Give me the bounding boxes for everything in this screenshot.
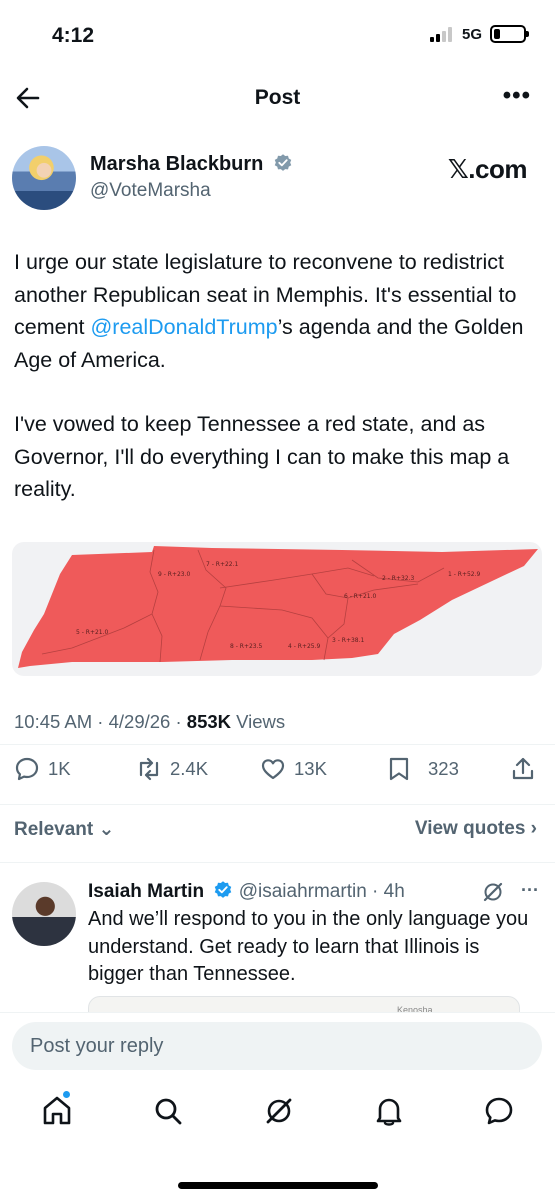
signal-icon	[430, 26, 452, 42]
home-indicator	[178, 1182, 378, 1189]
search-icon	[155, 1098, 182, 1125]
chevron-right-icon: ›	[530, 818, 537, 839]
sort-relevant-dropdown[interactable]: Relevant ⌄	[14, 818, 114, 841]
map-label: 1 - R+52.9	[448, 571, 481, 578]
tab-notifications[interactable]	[372, 1094, 406, 1128]
verified-badge-icon	[274, 154, 292, 171]
reply-author-name[interactable]: Isaiah Martin	[88, 881, 204, 902]
map-label: 4 - R+25.9	[288, 643, 321, 650]
post-header: Post •••	[0, 70, 555, 126]
view-quotes-label: View quotes	[414, 818, 526, 839]
author-avatar[interactable]	[12, 146, 76, 210]
divider	[0, 862, 555, 863]
timestamp-text: 10:45 AM · 4/29/26 ·	[14, 711, 187, 732]
author-handle[interactable]: @VoteMarsha	[90, 180, 211, 202]
author-name-row[interactable]: Marsha Blackburn	[90, 153, 293, 176]
tab-search[interactable]	[151, 1094, 185, 1128]
map-label: 7 - R+22.1	[206, 561, 239, 568]
status-time: 4:12	[52, 24, 95, 47]
heart-icon	[261, 759, 285, 780]
divider	[0, 744, 555, 745]
views-label: Views	[231, 711, 286, 732]
post-action-bar: 1K 2.4K 13K 323	[0, 756, 555, 790]
share-button[interactable]	[510, 756, 536, 782]
map-label: 3 - R+38.1	[332, 637, 365, 644]
post-paragraph-2: I've vowed to keep Tennessee a red state…	[14, 412, 510, 501]
tab-home[interactable]	[40, 1090, 74, 1128]
reply-icon	[15, 757, 39, 781]
status-bar: 4:12 5G	[0, 0, 555, 70]
verified-badge-icon	[215, 881, 232, 898]
map-label: 8 - R+23.5	[230, 643, 263, 650]
post-paragraph-1: I urge our state legislature to reconven…	[14, 246, 544, 376]
bookmark-icon	[389, 757, 409, 781]
views-count: 853K	[186, 711, 232, 732]
bookmark-count: 323	[428, 758, 459, 779]
reply-author-handle[interactable]: @isaiahrmartin	[239, 881, 367, 902]
divider	[0, 1012, 555, 1013]
reply-button[interactable]: 1K	[14, 756, 71, 782]
reply-count: 1K	[48, 758, 71, 779]
page-title: Post	[254, 86, 301, 109]
bookmark-button[interactable]: 323	[386, 756, 459, 782]
chevron-down-icon: ⌄	[98, 819, 115, 840]
repost-button[interactable]: 2.4K	[136, 756, 208, 782]
post-text: I urge our state legislature to reconven…	[14, 246, 544, 506]
reply-input[interactable]	[12, 1022, 542, 1070]
author-name[interactable]: Marsha Blackburn	[90, 153, 263, 175]
more-options-icon[interactable]: •••	[503, 84, 531, 108]
like-count: 13K	[294, 758, 327, 779]
home-notification-dot	[62, 1090, 71, 1099]
divider	[0, 804, 555, 805]
reply-header: Isaiah Martin @isaiahrmartin · 4h	[88, 880, 405, 903]
grok-icon[interactable]	[481, 880, 505, 904]
home-icon	[43, 1096, 71, 1125]
message-icon	[485, 1097, 513, 1125]
map-label: 9 - R+23.0	[158, 571, 191, 578]
source-badge: 𝕏.com	[447, 154, 528, 184]
repost-count: 2.4K	[170, 758, 209, 779]
share-icon	[512, 757, 534, 780]
view-quotes-link[interactable]: View quotes ›	[415, 818, 537, 840]
bell-icon	[376, 1098, 402, 1126]
reply-time: · 4h	[366, 881, 405, 902]
mention-link[interactable]: @realDonaldTrump	[90, 315, 277, 339]
grok-icon	[266, 1098, 292, 1124]
post-timestamp[interactable]: 10:45 AM · 4/29/26 · 853K Views	[14, 711, 285, 733]
map-label: 2 - R+32.3	[382, 575, 415, 582]
sort-relevant-label: Relevant	[14, 819, 94, 840]
repost-icon	[139, 757, 159, 781]
like-button[interactable]: 13K	[260, 756, 327, 782]
map-label: 6 - R+21.0	[344, 593, 377, 600]
reply-author-avatar[interactable]	[12, 882, 76, 946]
tab-messages[interactable]	[482, 1094, 516, 1128]
reply-more-options-icon[interactable]: ···	[521, 880, 539, 901]
tab-grok[interactable]	[262, 1094, 296, 1128]
network-label: 5G	[462, 26, 483, 43]
post-image-map[interactable]: 9 - R+23.0 7 - R+22.1 2 - R+32.3 1 - R+5…	[12, 542, 542, 676]
bottom-tab-bar	[0, 1090, 555, 1144]
tennessee-map: 9 - R+23.0 7 - R+22.1 2 - R+32.3 1 - R+5…	[18, 546, 538, 668]
map-state-shape	[18, 546, 538, 668]
battery-icon	[490, 25, 529, 43]
replies-sort-bar: Relevant ⌄ View quotes ›	[0, 816, 555, 844]
reply-text: And we’ll respond to you in the only lan…	[88, 908, 529, 985]
map-label: 5 - R+21.0	[76, 629, 109, 636]
